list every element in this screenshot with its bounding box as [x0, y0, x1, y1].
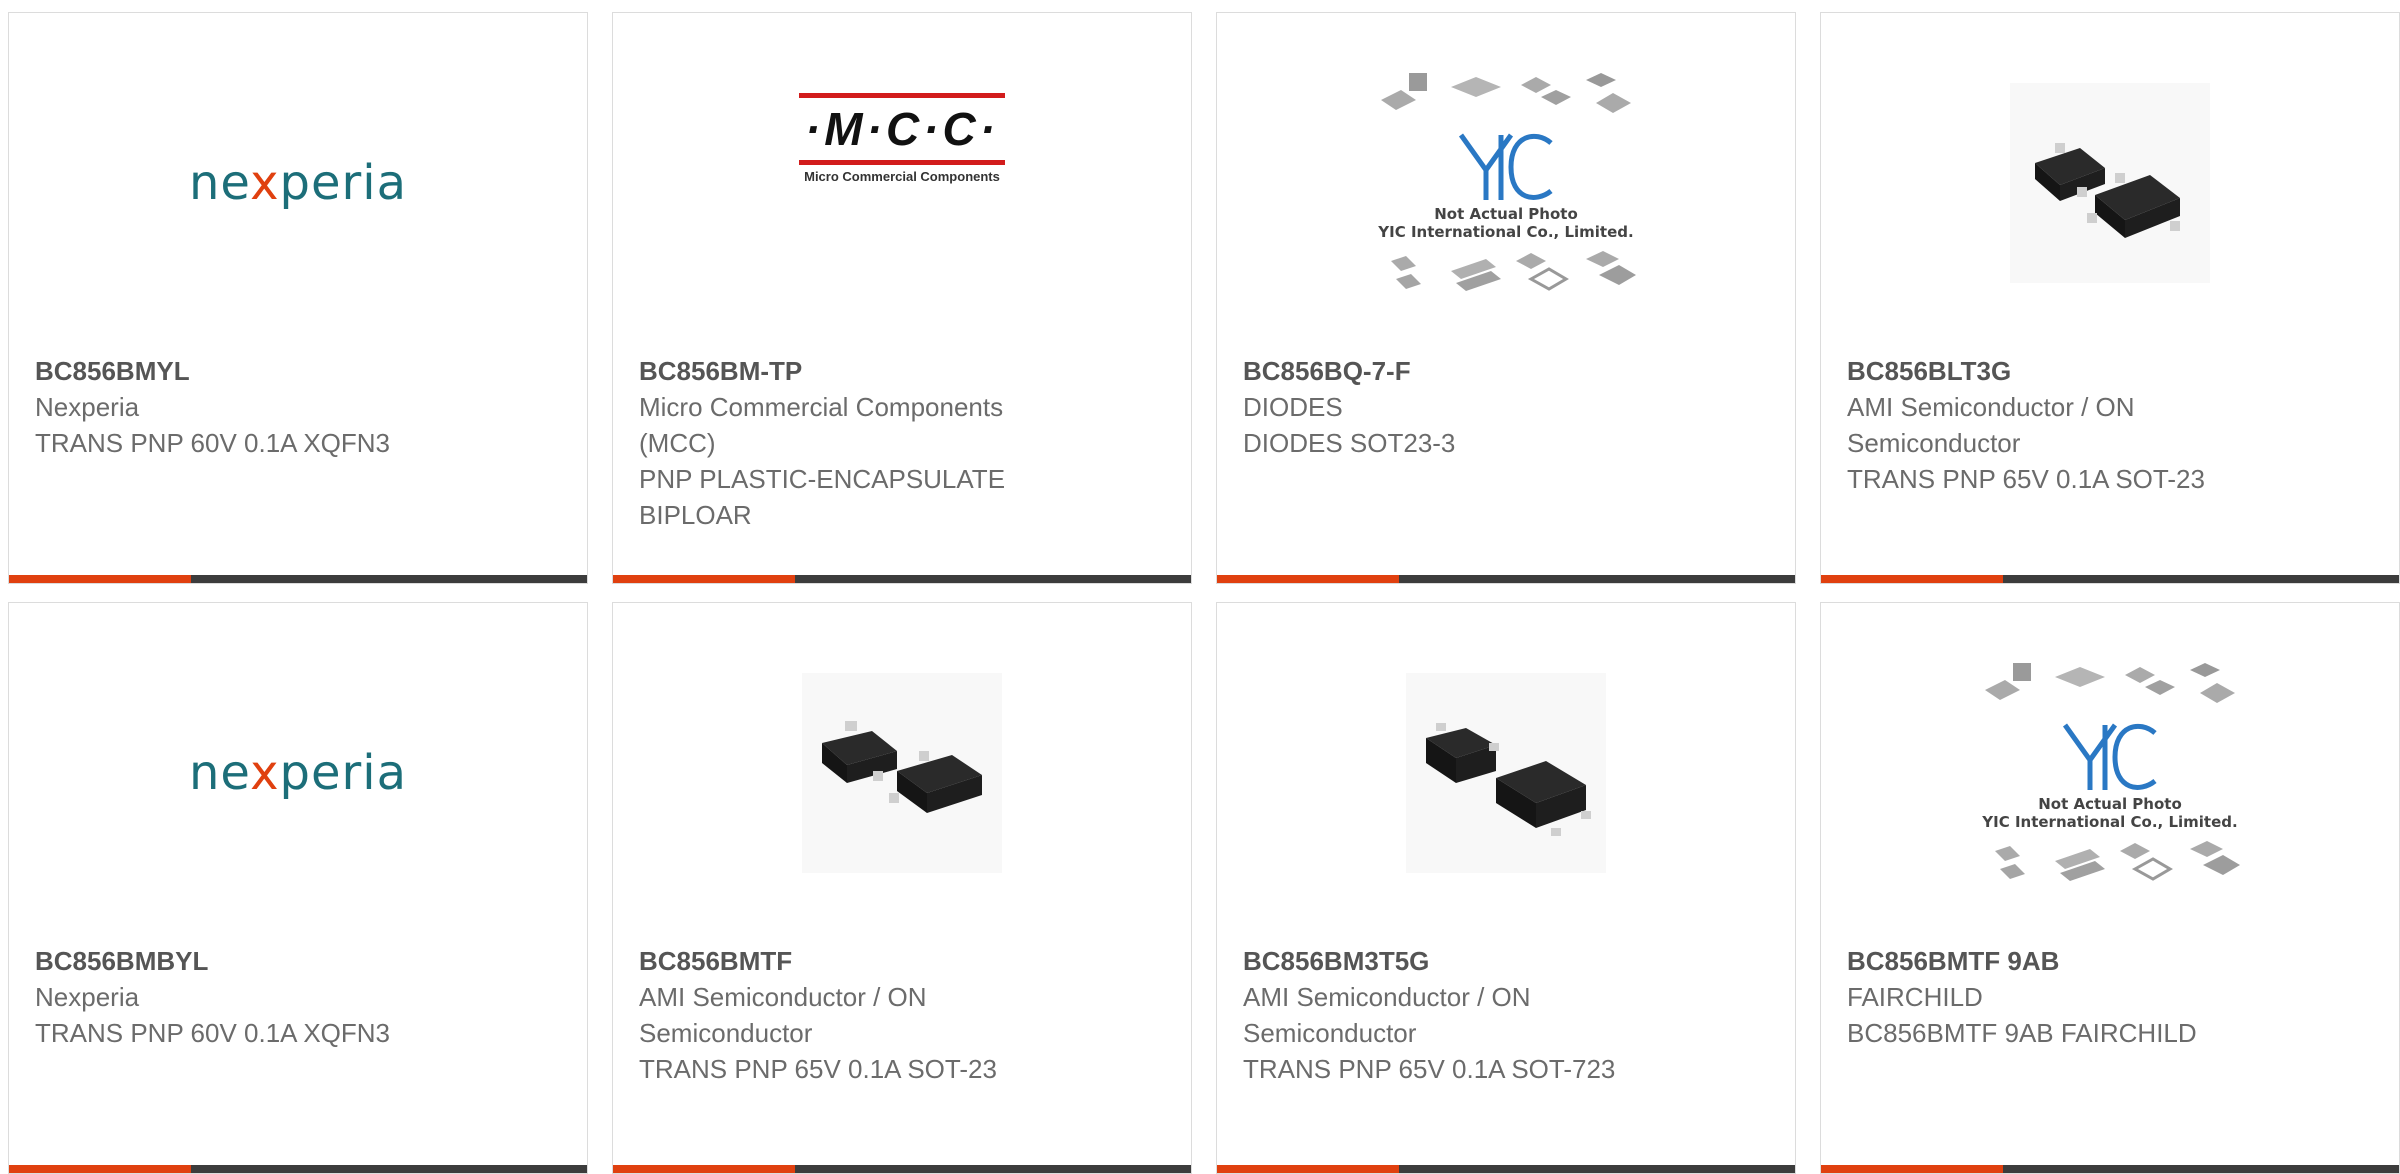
description: TRANS PNP 65V 0.1A SOT-23 — [1847, 464, 2205, 494]
card-bottom-bar — [9, 1165, 587, 1173]
sot723-package-icon — [1426, 723, 1591, 836]
card-bottom-bar — [9, 575, 587, 583]
sot723-photo — [1406, 673, 1606, 873]
product-card[interactable]: BC856BLT3G AMI Semiconductor / ON Semico… — [1820, 12, 2400, 584]
product-card[interactable]: nexperia BC856BMBYL Nexperia TRANS PNP 6… — [8, 602, 588, 1174]
description: TRANS PNP 60V 0.1A XQFN3 — [35, 1018, 390, 1048]
product-info: BC856BMBYL Nexperia TRANS PNP 60V 0.1A X… — [35, 943, 475, 1051]
nexperia-logo: nexperia — [189, 745, 407, 801]
yic-placeholder-image: Not Actual Photo YIC International Co., … — [1975, 655, 2245, 891]
product-image: Not Actual Photo YIC International Co., … — [1821, 633, 2399, 913]
part-number[interactable]: BC856BM-TP — [639, 353, 1079, 389]
sot23-package-icon — [822, 721, 982, 813]
product-info: BC856BM3T5G AMI Semiconductor / ON Semic… — [1243, 943, 1683, 1087]
mcc-logo: ·M·C·C· Micro Commercial Components — [798, 92, 1006, 184]
manufacturer: Nexperia — [35, 392, 140, 422]
product-image: nexperia — [9, 43, 587, 323]
product-image — [613, 633, 1191, 913]
part-number[interactable]: BC856BM3T5G — [1243, 943, 1683, 979]
product-card[interactable]: Not Actual Photo YIC International Co., … — [1216, 12, 1796, 584]
part-number[interactable]: BC856BMYL — [35, 353, 475, 389]
chip-icons-top — [1985, 663, 2235, 703]
chip-icons-top — [1381, 73, 1631, 113]
product-image: Not Actual Photo YIC International Co., … — [1217, 43, 1795, 323]
part-number[interactable]: BC856BMTF 9AB — [1847, 943, 2287, 979]
product-image: nexperia — [9, 633, 587, 913]
manufacturer: Nexperia — [35, 982, 140, 1012]
chip-icons-bottom — [1995, 841, 2240, 881]
description: TRANS PNP 65V 0.1A SOT-23 — [639, 1054, 997, 1084]
nexperia-logo: nexperia — [189, 155, 407, 211]
manufacturer: Micro Commercial Components (MCC) — [639, 392, 1004, 458]
card-bottom-bar — [1217, 575, 1795, 583]
sot23-photo — [2010, 83, 2210, 283]
part-number[interactable]: BC856BQ-7-F — [1243, 353, 1683, 389]
description: TRANS PNP 65V 0.1A SOT-723 — [1243, 1054, 1616, 1084]
part-number[interactable]: BC856BMBYL — [35, 943, 475, 979]
yic-placeholder-image: Not Actual Photo YIC International Co., … — [1371, 65, 1641, 301]
sot23-photo — [802, 673, 1002, 873]
manufacturer: AMI Semiconductor / ON Semiconductor — [1847, 392, 2135, 458]
product-image: ·M·C·C· Micro Commercial Components — [613, 43, 1191, 323]
card-bottom-bar — [1217, 1165, 1795, 1173]
chip-icons-bottom — [1391, 251, 1636, 291]
sot23-package-icon — [2035, 143, 2180, 238]
product-card[interactable]: Not Actual Photo YIC International Co., … — [1820, 602, 2400, 1174]
part-number[interactable]: BC856BLT3G — [1847, 353, 2287, 389]
product-info: BC856BMTF AMI Semiconductor / ON Semicon… — [639, 943, 1079, 1087]
product-info: BC856BLT3G AMI Semiconductor / ON Semico… — [1847, 353, 2287, 497]
part-number[interactable]: BC856BMTF — [639, 943, 1079, 979]
yic-logo-icon — [2062, 723, 2157, 790]
manufacturer: FAIRCHILD — [1847, 982, 1983, 1012]
manufacturer: AMI Semiconductor / ON Semiconductor — [639, 982, 927, 1048]
description: BC856BMTF 9AB FAIRCHILD — [1847, 1018, 2197, 1048]
card-bottom-bar — [1821, 1165, 2399, 1173]
product-card[interactable]: BC856BM3T5G AMI Semiconductor / ON Semic… — [1216, 602, 1796, 1174]
product-card[interactable]: ·M·C·C· Micro Commercial Components BC85… — [612, 12, 1192, 584]
description: DIODES SOT23-3 — [1243, 428, 1456, 458]
product-card[interactable]: BC856BMTF AMI Semiconductor / ON Semicon… — [612, 602, 1192, 1174]
card-bottom-bar — [613, 575, 1191, 583]
product-image — [1217, 633, 1795, 913]
product-image — [1821, 43, 2399, 323]
manufacturer: DIODES — [1243, 392, 1343, 422]
product-info: BC856BMTF 9AB FAIRCHILD BC856BMTF 9AB FA… — [1847, 943, 2287, 1051]
yic-logo-icon — [1458, 133, 1553, 200]
product-grid: nexperia BC856BMYL Nexperia TRANS PNP 60… — [8, 12, 2400, 1174]
product-info: BC856BQ-7-F DIODES DIODES SOT23-3 — [1243, 353, 1683, 461]
manufacturer: AMI Semiconductor / ON Semiconductor — [1243, 982, 1531, 1048]
card-bottom-bar — [613, 1165, 1191, 1173]
product-info: BC856BMYL Nexperia TRANS PNP 60V 0.1A XQ… — [35, 353, 475, 461]
card-bottom-bar — [1821, 575, 2399, 583]
description: PNP PLASTIC-ENCAPSULATE BIPLOAR — [639, 464, 1006, 530]
description: TRANS PNP 60V 0.1A XQFN3 — [35, 428, 390, 458]
product-card[interactable]: nexperia BC856BMYL Nexperia TRANS PNP 60… — [8, 12, 588, 584]
product-info: BC856BM-TP Micro Commercial Components (… — [639, 353, 1079, 533]
